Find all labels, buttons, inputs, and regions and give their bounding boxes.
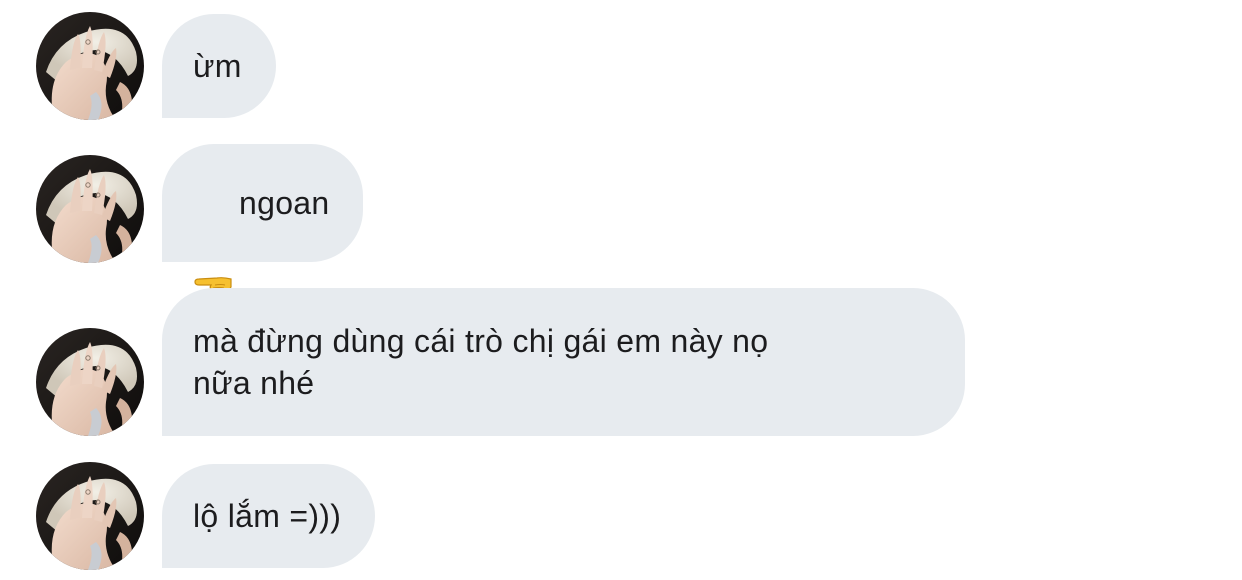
sender-avatar[interactable] — [36, 462, 144, 570]
message-bubble[interactable]: ừm — [162, 14, 276, 118]
backhand-pointing-left-icon — [193, 189, 233, 292]
message-text: ngoan — [239, 185, 330, 221]
sender-avatar[interactable] — [36, 155, 144, 263]
message-text: lộ lắm =))) — [193, 498, 342, 534]
sender-avatar[interactable] — [36, 328, 144, 436]
message-text: mà đừng dùng cái trò chị gái em này nọ n… — [193, 323, 769, 401]
message-bubble[interactable]: lộ lắm =))) — [162, 464, 376, 568]
sender-avatar[interactable] — [36, 12, 144, 120]
message-bubble[interactable]: mà đừng dùng cái trò chị gái em này nọ n… — [162, 288, 965, 436]
message-text: ừm — [193, 48, 242, 84]
message-bubble[interactable]: ngoan — [162, 144, 364, 292]
